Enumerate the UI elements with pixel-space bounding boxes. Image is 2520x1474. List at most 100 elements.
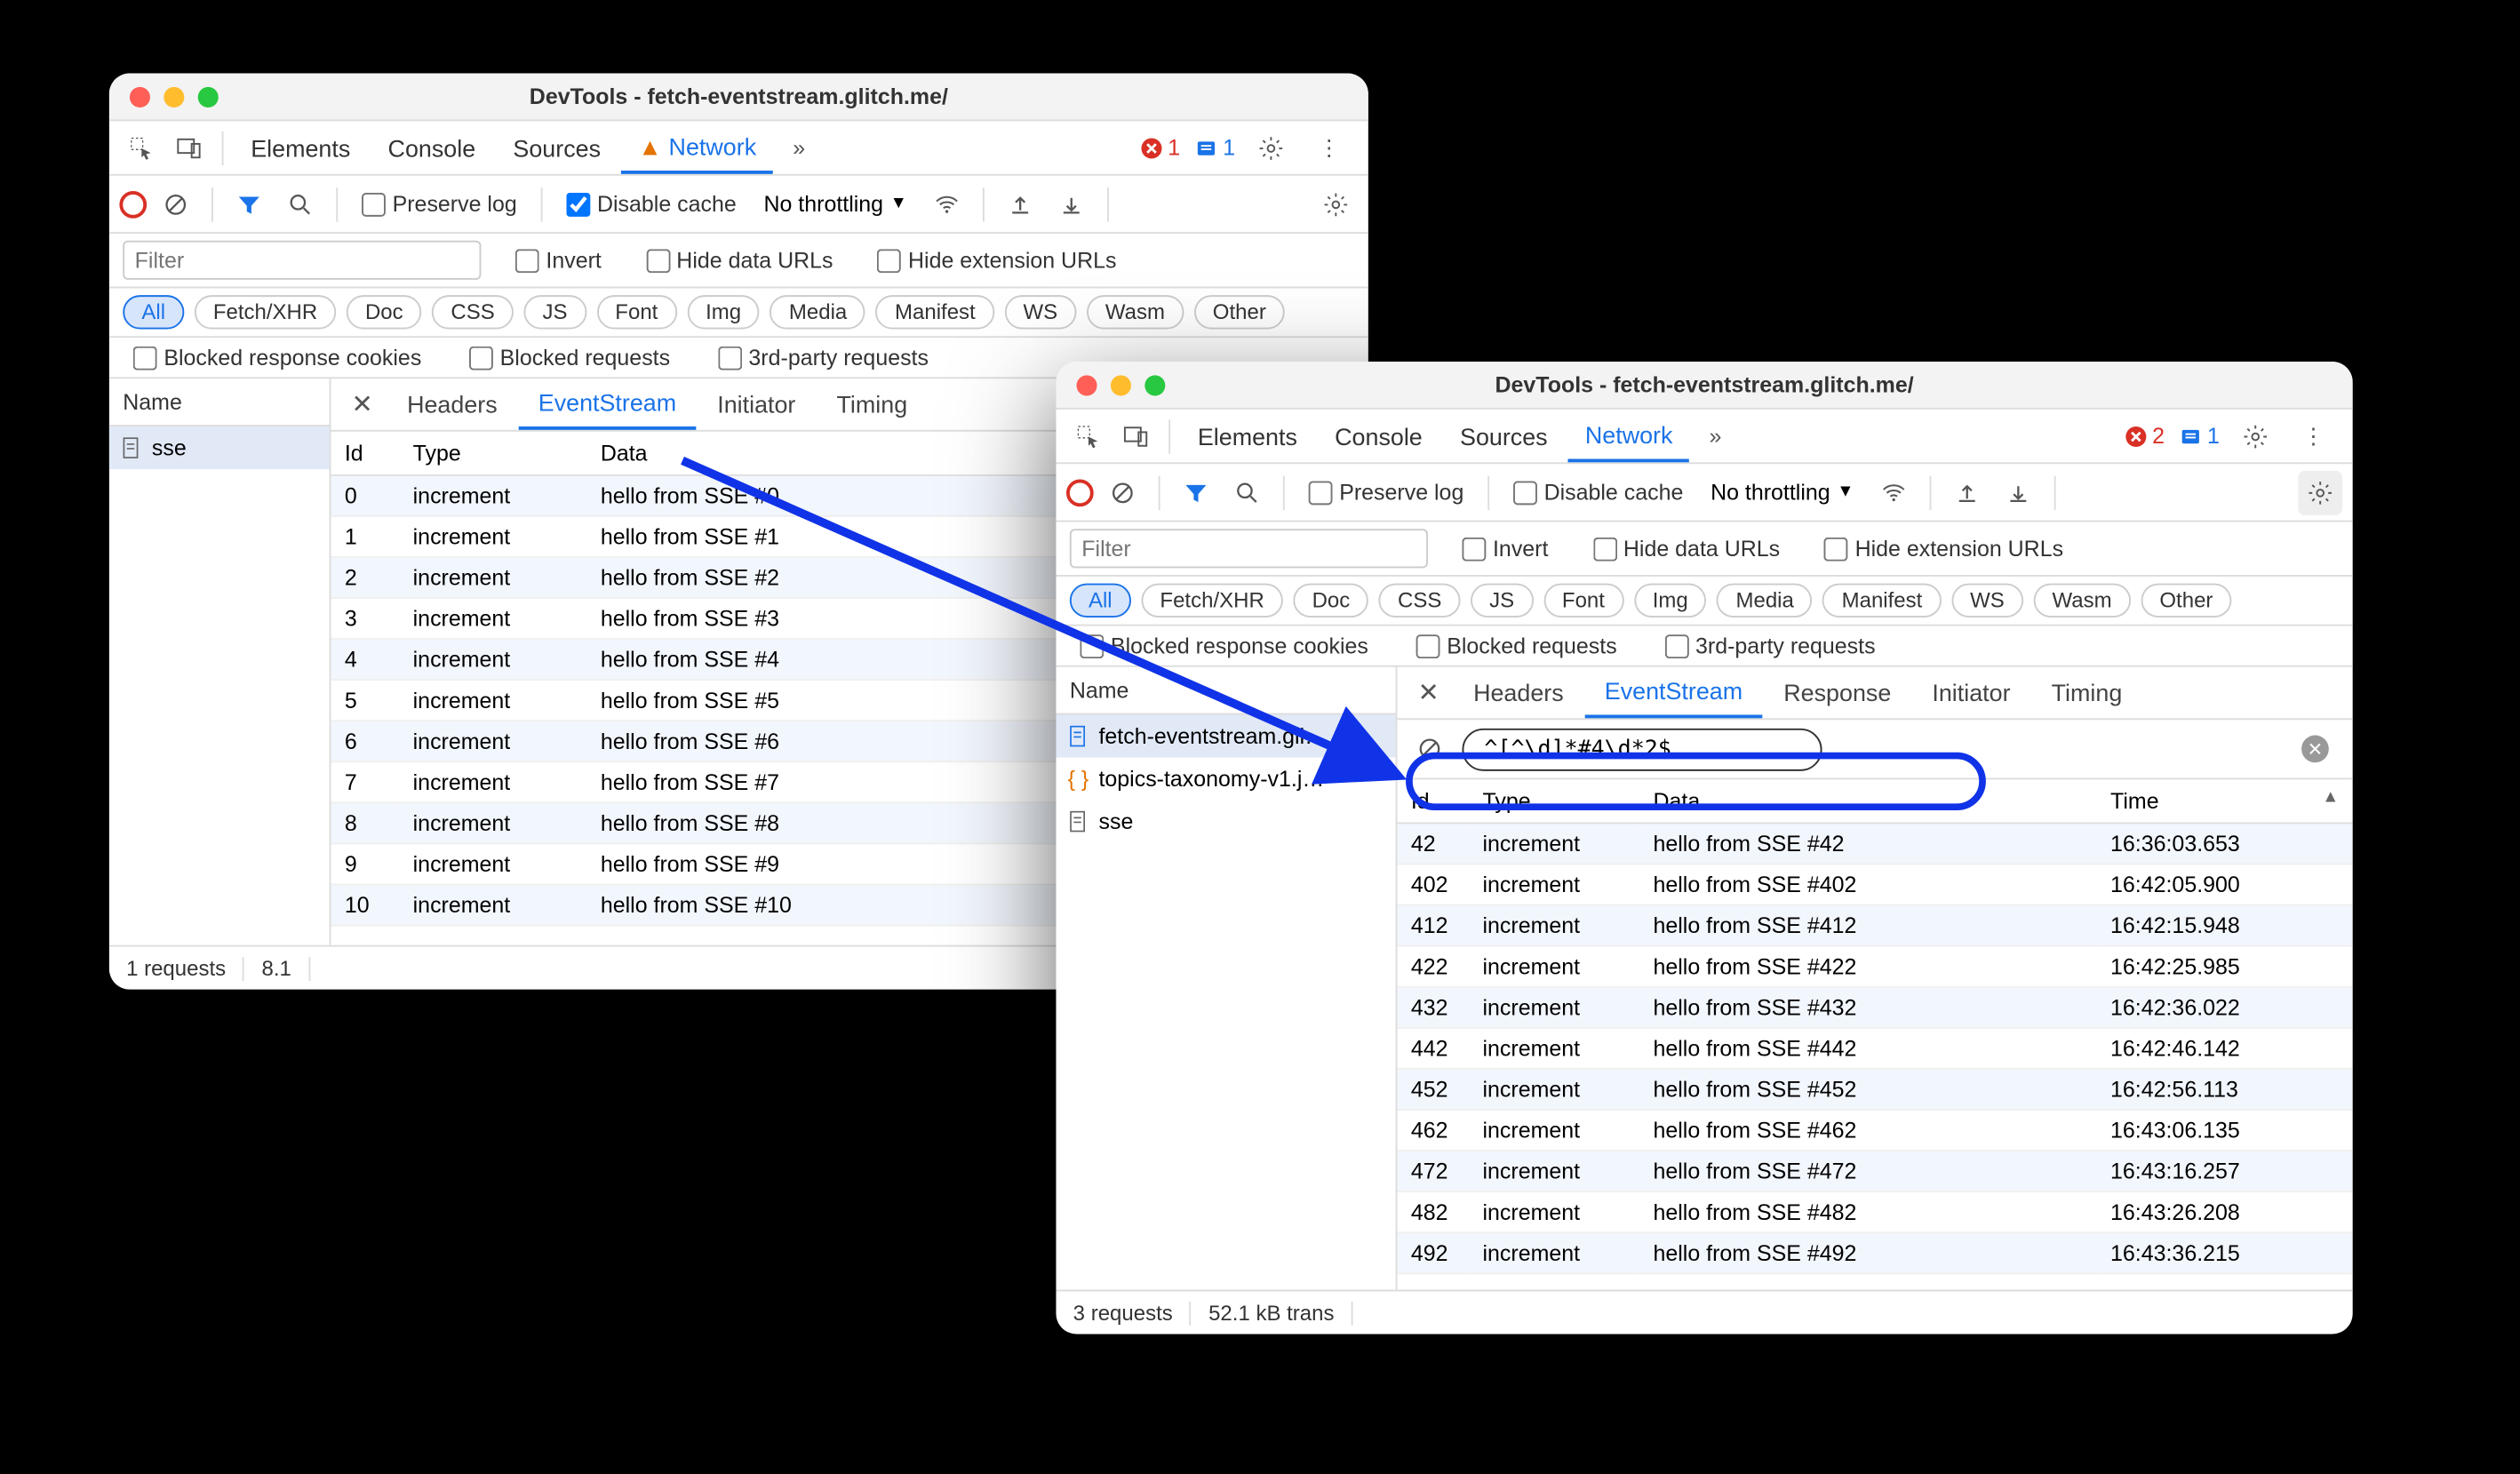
table-row[interactable]: 472incrementhello from SSE #47216:43:16.… bbox=[1397, 1151, 2352, 1191]
device-toggle-icon[interactable] bbox=[167, 125, 211, 170]
chip-fetch-xhr[interactable]: Fetch/XHR bbox=[195, 295, 337, 329]
hide-data-urls-checkbox[interactable]: Hide data URLs bbox=[1583, 536, 1790, 562]
disable-cache-checkbox[interactable]: Disable cache bbox=[556, 191, 746, 217]
close-window[interactable] bbox=[130, 86, 150, 107]
settings-icon[interactable] bbox=[1248, 125, 1293, 170]
clear-icon[interactable] bbox=[1100, 470, 1144, 514]
subtab-initiator[interactable]: Initiator bbox=[1911, 669, 2030, 717]
issues-count[interactable]: 1 bbox=[2178, 423, 2220, 449]
issues-count[interactable]: 1 bbox=[1194, 135, 1236, 161]
subtab-timing[interactable]: Timing bbox=[2031, 669, 2143, 717]
third-party-checkbox[interactable]: 3rd-party requests bbox=[1655, 633, 1886, 658]
tab-network[interactable]: Network bbox=[1568, 410, 1690, 462]
chip-all[interactable]: All bbox=[123, 295, 184, 329]
regex-filter-input[interactable] bbox=[1462, 728, 1822, 770]
upload-icon[interactable] bbox=[998, 181, 1042, 226]
chip-media[interactable]: Media bbox=[770, 295, 866, 329]
chip-manifest[interactable]: Manifest bbox=[876, 295, 994, 329]
chip-css[interactable]: CSS bbox=[432, 295, 514, 329]
tab-sources[interactable]: Sources bbox=[496, 123, 618, 171]
upload-icon[interactable] bbox=[1944, 470, 1989, 514]
table-row[interactable]: 42incrementhello from SSE #4216:36:03.65… bbox=[1397, 823, 2352, 864]
subtab-headers[interactable]: Headers bbox=[1453, 669, 1584, 717]
clear-icon[interactable] bbox=[154, 181, 198, 226]
subtab-timing[interactable]: Timing bbox=[816, 380, 928, 428]
close-detail-icon[interactable]: ✕ bbox=[338, 382, 387, 426]
throttling-select[interactable]: No throttling ▼ bbox=[1701, 480, 1864, 506]
blocked-cookies-checkbox[interactable]: Blocked response cookies bbox=[1070, 633, 1379, 658]
hide-extension-urls-checkbox[interactable]: Hide extension URLs bbox=[867, 247, 1127, 273]
device-toggle-icon[interactable] bbox=[1114, 414, 1159, 458]
table-row[interactable]: 462incrementhello from SSE #46216:43:06.… bbox=[1397, 1110, 2352, 1151]
subtab-eventstream[interactable]: EventStream bbox=[518, 378, 697, 430]
network-settings-icon[interactable] bbox=[2298, 470, 2342, 514]
blocked-requests-checkbox[interactable]: Blocked requests bbox=[1406, 633, 1627, 658]
table-row[interactable]: 452incrementhello from SSE #45216:42:56.… bbox=[1397, 1069, 2352, 1110]
subtab-response[interactable]: Response bbox=[1763, 669, 1911, 717]
download-icon[interactable] bbox=[1996, 470, 2040, 514]
chip-doc[interactable]: Doc bbox=[1293, 584, 1368, 617]
chip-other[interactable]: Other bbox=[2141, 584, 2231, 617]
table-row[interactable]: 432incrementhello from SSE #43216:42:36.… bbox=[1397, 987, 2352, 1028]
close-window[interactable] bbox=[1077, 374, 1097, 394]
kebab-icon[interactable]: ⋮ bbox=[1307, 125, 1352, 170]
chip-wasm[interactable]: Wasm bbox=[2033, 584, 2130, 617]
preserve-log-checkbox[interactable]: Preserve log bbox=[1298, 480, 1474, 506]
col-type[interactable]: Type bbox=[1469, 779, 1639, 823]
clear-events-icon[interactable] bbox=[1408, 727, 1452, 771]
subtab-headers[interactable]: Headers bbox=[387, 380, 518, 428]
throttling-select[interactable]: No throttling ▼ bbox=[754, 191, 917, 217]
col-time[interactable]: Time▲ bbox=[2097, 779, 2353, 823]
request-item-sse[interactable]: sse bbox=[109, 426, 330, 469]
zoom-window[interactable] bbox=[198, 86, 219, 107]
error-count[interactable]: 2 bbox=[2124, 423, 2165, 449]
tab-elements[interactable]: Elements bbox=[1181, 412, 1314, 460]
blocked-requests-checkbox[interactable]: Blocked requests bbox=[459, 345, 681, 370]
search-icon[interactable] bbox=[1225, 470, 1270, 514]
tab-elements[interactable]: Elements bbox=[234, 123, 367, 171]
table-row[interactable]: 482incrementhello from SSE #48216:43:26.… bbox=[1397, 1191, 2352, 1232]
chip-media[interactable]: Media bbox=[1717, 584, 1813, 617]
error-count[interactable]: 1 bbox=[1139, 135, 1181, 161]
table-row[interactable]: 492incrementhello from SSE #49216:43:36.… bbox=[1397, 1232, 2352, 1273]
kebab-icon[interactable]: ⋮ bbox=[2292, 414, 2336, 458]
record-button[interactable] bbox=[1066, 479, 1094, 506]
chip-manifest[interactable]: Manifest bbox=[1822, 584, 1941, 617]
chip-wasm[interactable]: Wasm bbox=[1087, 295, 1184, 329]
record-button[interactable] bbox=[119, 190, 147, 218]
chip-font[interactable]: Font bbox=[596, 295, 676, 329]
table-row[interactable]: 412incrementhello from SSE #41216:42:15.… bbox=[1397, 905, 2352, 946]
wifi-icon[interactable] bbox=[1871, 470, 1916, 514]
request-item-fetch[interactable]: fetch-eventstream.gli… bbox=[1056, 714, 1395, 757]
tab-console[interactable]: Console bbox=[371, 123, 492, 171]
chip-fetch-xhr[interactable]: Fetch/XHR bbox=[1141, 584, 1283, 617]
filter-toggle-icon[interactable] bbox=[1174, 470, 1218, 514]
minimize-window[interactable] bbox=[1111, 374, 1131, 394]
filter-input[interactable] bbox=[123, 241, 481, 280]
chip-doc[interactable]: Doc bbox=[347, 295, 422, 329]
chip-ws[interactable]: WS bbox=[1004, 295, 1076, 329]
invert-checkbox[interactable]: Invert bbox=[505, 247, 611, 273]
network-settings-icon[interactable] bbox=[1313, 181, 1358, 226]
table-row[interactable]: 422incrementhello from SSE #42216:42:25.… bbox=[1397, 946, 2352, 987]
chip-all[interactable]: All bbox=[1070, 584, 1131, 617]
close-detail-icon[interactable]: ✕ bbox=[1404, 671, 1453, 715]
chip-font[interactable]: Font bbox=[1543, 584, 1623, 617]
clear-filter-icon[interactable]: ✕ bbox=[2301, 736, 2329, 763]
col-data[interactable]: Data bbox=[1639, 779, 2097, 823]
wifi-icon[interactable] bbox=[924, 181, 969, 226]
chip-other[interactable]: Other bbox=[1194, 295, 1285, 329]
more-tabs-icon[interactable]: » bbox=[777, 125, 821, 170]
minimize-window[interactable] bbox=[163, 86, 184, 107]
name-column-header[interactable]: Name bbox=[109, 378, 330, 426]
col-type[interactable]: Type bbox=[399, 432, 586, 475]
filter-input[interactable] bbox=[1070, 529, 1428, 568]
chip-css[interactable]: CSS bbox=[1379, 584, 1461, 617]
filter-toggle-icon[interactable] bbox=[227, 181, 271, 226]
preserve-log-checkbox[interactable]: Preserve log bbox=[352, 191, 528, 217]
blocked-cookies-checkbox[interactable]: Blocked response cookies bbox=[123, 345, 432, 370]
more-tabs-icon[interactable]: » bbox=[1694, 414, 1738, 458]
inspect-icon[interactable] bbox=[119, 125, 163, 170]
third-party-checkbox[interactable]: 3rd-party requests bbox=[707, 345, 938, 370]
subtab-initiator[interactable]: Initiator bbox=[697, 380, 816, 428]
